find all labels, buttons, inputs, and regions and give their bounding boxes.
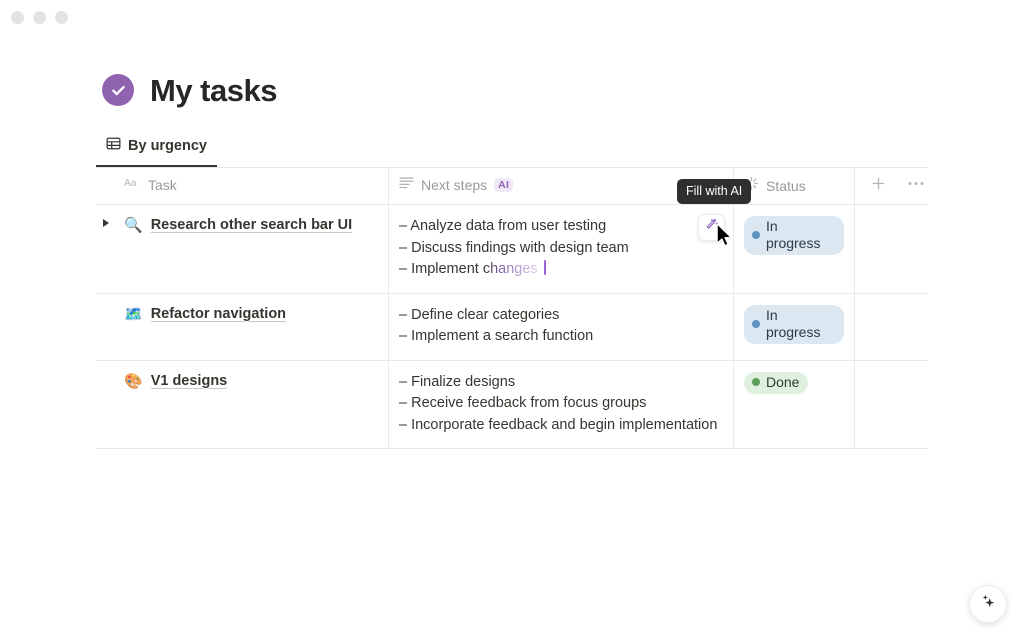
fill-with-ai-button[interactable]: [698, 214, 725, 241]
table-header-row: Aa Task Next steps AI Status: [96, 168, 928, 205]
row-extra-cell: [855, 361, 928, 449]
magnifying-glass-emoji: 🔍: [124, 217, 143, 234]
status-label: In progress: [766, 218, 821, 251]
status-badge: In progress: [744, 304, 844, 344]
row-status-cell[interactable]: In progress: [734, 293, 855, 360]
svg-text:Aa: Aa: [124, 178, 137, 189]
page-title: My tasks: [150, 72, 277, 108]
window-chrome: [11, 11, 68, 24]
view-tabs: By urgency: [96, 134, 217, 167]
row-task-cell[interactable]: 🔍 Research other search bar UI: [96, 205, 389, 293]
status-dot: [752, 319, 760, 328]
tooltip-fill-with-ai: Fill with AI: [677, 179, 752, 204]
column-header-task-label: Task: [148, 177, 177, 193]
next-step-line: – Incorporate feedback and begin impleme…: [399, 416, 718, 433]
table-row[interactable]: 🎨 V1 designs – Finalize designs – Receiv…: [96, 360, 928, 449]
check-circle-icon: [102, 74, 134, 106]
ai-badge: AI: [494, 177, 514, 193]
column-header-status[interactable]: Status: [734, 168, 855, 204]
title-aa-icon: Aa: [124, 176, 141, 194]
next-step-line: – Finalize designs: [399, 373, 516, 390]
text-caret: [543, 260, 546, 275]
status-badge: In progress: [744, 216, 844, 255]
window-close-dot[interactable]: [11, 11, 24, 24]
task-title[interactable]: Research other search bar UI: [151, 216, 352, 235]
row-task-cell[interactable]: 🎨 V1 designs: [96, 360, 389, 448]
palette-emoji: 🎨: [124, 372, 143, 390]
row-next-steps-cell[interactable]: – Finalize designs – Receive feedback fr…: [389, 360, 734, 448]
status-label: Done: [766, 373, 800, 390]
tab-by-urgency[interactable]: By urgency: [96, 134, 217, 167]
page-header: My tasks: [102, 74, 277, 106]
status-dot: [752, 378, 760, 386]
next-step-line-typing: – Implement changes: [399, 259, 723, 281]
table-row[interactable]: 🔍 Research other search bar UI – Analyze…: [96, 205, 928, 294]
next-step-typed-prefix: – Implement: [399, 261, 483, 277]
plus-icon[interactable]: [871, 176, 886, 191]
column-header-task[interactable]: Aa Task: [96, 168, 389, 204]
ai-assistant-button[interactable]: [969, 585, 1007, 623]
row-next-steps-cell[interactable]: – Analyze data from user testing – Discu…: [389, 205, 734, 293]
task-title[interactable]: V1 designs: [151, 372, 228, 391]
table-row[interactable]: 🗺️ Refactor navigation – Define clear ca…: [96, 293, 928, 361]
magic-wand-icon: [705, 218, 719, 237]
ellipsis-icon[interactable]: [908, 181, 924, 186]
row-status-cell[interactable]: Done: [734, 360, 855, 448]
row-status-cell[interactable]: In progress: [734, 205, 855, 293]
column-header-next-steps-label: Next steps: [421, 177, 488, 193]
expand-row-toggle[interactable]: [103, 219, 109, 227]
window-minimize-dot[interactable]: [33, 11, 46, 24]
next-step-line: – Define clear categories: [399, 306, 560, 323]
status-badge: Done: [744, 371, 809, 394]
next-step-line: – Discuss findings with design team: [399, 239, 629, 256]
row-task-cell[interactable]: 🗺️ Refactor navigation: [96, 293, 389, 360]
row-extra-cell: [855, 205, 928, 293]
column-header-actions: [855, 168, 928, 204]
tab-label: By urgency: [128, 138, 207, 154]
next-step-line: – Implement a search function: [399, 328, 594, 344]
table-icon: [106, 136, 121, 156]
next-step-line: – Receive feedback from focus groups: [399, 395, 647, 411]
text-lines-icon: [399, 176, 414, 194]
column-header-status-label: Status: [766, 178, 806, 194]
row-next-steps-cell[interactable]: – Define clear categories – Implement a …: [389, 293, 734, 360]
status-dot: [752, 231, 760, 239]
tasks-table: Aa Task Next steps AI Status 🔍 Research …: [96, 167, 928, 449]
status-label: In progress: [766, 306, 821, 340]
sparkles-icon: [980, 593, 997, 615]
row-extra-cell: [855, 294, 928, 360]
next-step-line: – Analyze data from user testing: [399, 218, 607, 234]
window-maximize-dot[interactable]: [55, 11, 68, 24]
next-step-ai-generating-text: changes: [482, 261, 538, 277]
task-title[interactable]: Refactor navigation: [151, 305, 286, 324]
map-emoji: 🗺️: [124, 305, 143, 323]
